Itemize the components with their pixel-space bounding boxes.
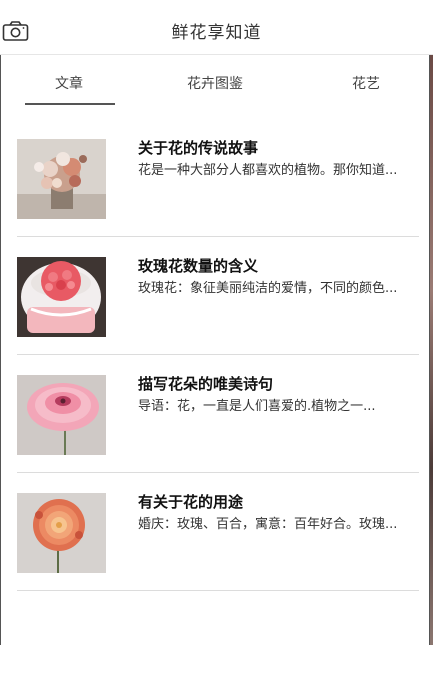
article-title: 关于花的传说故事 [138, 139, 259, 157]
article-title: 玫瑰花数量的含义 [138, 257, 259, 275]
article-item[interactable]: 描写花朵的唯美诗句 导语：花，一直是人们喜爱的.植物之一... [1, 355, 429, 473]
pink-ranunculus-image [17, 375, 106, 455]
article-summary: 婚庆：玫瑰、百合，寓意：百年好合。玫瑰... [138, 517, 398, 532]
flower-arrangement-image [17, 139, 106, 219]
article-item[interactable]: 玫瑰花数量的含义 玫瑰花：象征美丽纯洁的爱情，不同的颜色... [1, 237, 429, 355]
bottom-blank-area [0, 645, 433, 698]
orange-dahlia-image [17, 493, 106, 573]
article-summary: 花是一种大部分人都喜欢的植物。那你知道... [138, 163, 398, 178]
article-item[interactable]: 关于花的传说故事 花是一种大部分人都喜欢的植物。那你知道... [1, 119, 429, 237]
tab-floral-art[interactable]: 花艺 [352, 73, 380, 93]
active-tab-indicator [25, 103, 115, 105]
tab-flower-guide[interactable]: 花卉图鉴 [187, 73, 243, 93]
tab-bar: 文章 花卉图鉴 花艺 [1, 55, 429, 105]
article-list: 关于花的传说故事 花是一种大部分人都喜欢的植物。那你知道... 玫瑰花数量的含义… [1, 119, 429, 591]
article-title: 描写花朵的唯美诗句 [138, 375, 274, 393]
article-summary: 导语：花，一直是人们喜爱的.植物之一... [138, 399, 376, 414]
content-frame: 文章 花卉图鉴 花艺 关于花的传说故事 花是一种大部分人都喜欢的植物。那你知道.… [0, 55, 430, 645]
page-title: 鲜花享知道 [171, 23, 262, 43]
tab-articles[interactable]: 文章 [55, 73, 83, 93]
article-item[interactable]: 有关于花的用途 婚庆：玫瑰、百合，寓意：百年好合。玫瑰... [1, 473, 429, 591]
app-header: 鲜花享知道 [0, 0, 433, 55]
divider [17, 590, 419, 591]
pink-rose-bouquet-image [17, 257, 106, 337]
article-title: 有关于花的用途 [138, 493, 244, 511]
article-summary: 玫瑰花：象征美丽纯洁的爱情，不同的颜色... [138, 281, 398, 296]
